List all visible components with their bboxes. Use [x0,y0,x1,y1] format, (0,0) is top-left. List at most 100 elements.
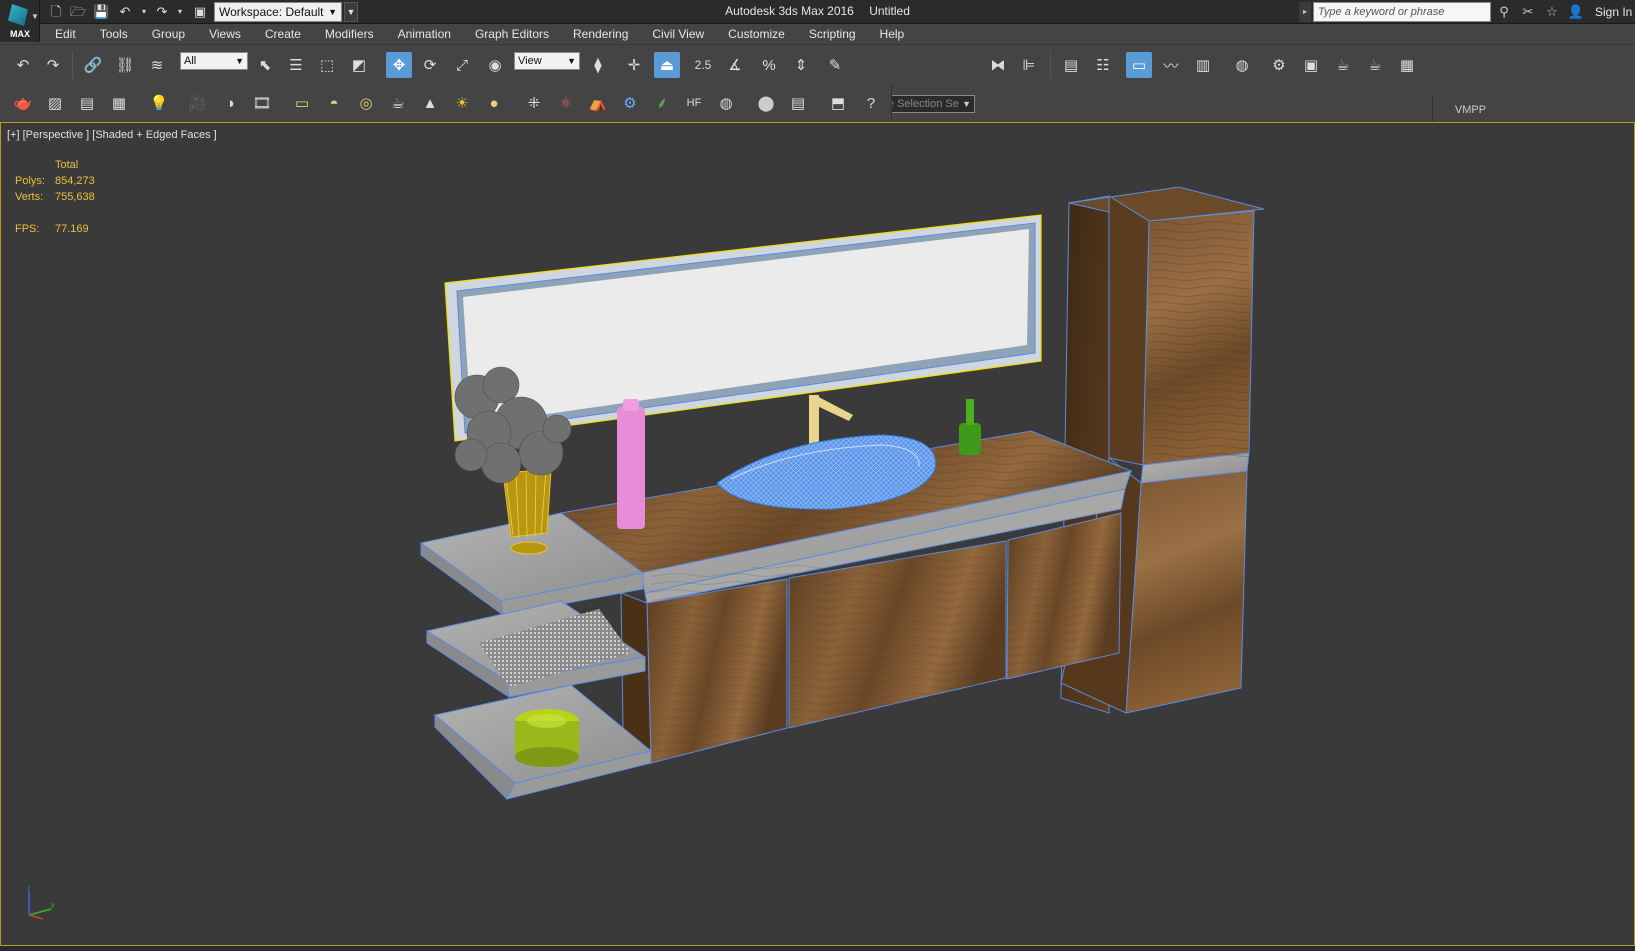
user-icon[interactable]: 👤 [1567,3,1585,21]
publish-icon[interactable]: ⬒ [825,90,851,116]
select-and-place-icon[interactable]: ◉ [482,52,508,78]
keyboard-shortcut-override-icon[interactable]: ⏏ [654,52,680,78]
align-icon[interactable]: ⊫ [1016,52,1042,78]
select-manipulate-icon[interactable]: ✛ [621,52,647,78]
menu-modifiers[interactable]: Modifiers [325,27,374,41]
render-production-icon[interactable]: ☕ [1330,52,1356,78]
schematic-view-icon[interactable]: ▥ [1190,52,1216,78]
search-expand-icon[interactable]: ▸ [1299,2,1311,22]
hair-fur-icon[interactable]: HF [681,90,707,116]
menu-customize[interactable]: Customize [728,27,785,41]
sky-icon[interactable]: ● [481,90,507,116]
chevron-down-icon: ▼ [31,12,39,21]
menu-tools[interactable]: Tools [100,27,128,41]
cone-icon[interactable]: ▲ [417,90,443,116]
teapot-primitive-icon[interactable]: ☕ [385,90,411,116]
favorites-star-icon[interactable]: ☆ [1543,3,1561,21]
tent-icon[interactable]: ⛺ [585,90,611,116]
menu-views[interactable]: Views [209,27,241,41]
select-and-move-icon[interactable]: ✥ [386,52,412,78]
toggle-ribbon-icon[interactable]: ▭ [1126,52,1152,78]
percent-snap-icon[interactable]: % [756,52,782,78]
menu-civil-view[interactable]: Civil View [652,27,704,41]
select-and-link-icon[interactable]: 🔗 [80,52,106,78]
table-icon[interactable]: ▤ [74,90,100,116]
grid-table-icon[interactable]: ▦ [106,90,132,116]
render-setup-icon[interactable]: ⚙ [1266,52,1292,78]
app-name: Autodesk 3ds Max 2016 [725,4,854,18]
menu-scripting[interactable]: Scripting [809,27,856,41]
material-sphere-icon[interactable]: ⬤ [753,90,779,116]
window-crossing-icon[interactable]: ◩ [346,52,372,78]
render-frame-icon[interactable]: ▨ [42,90,68,116]
viewport-label-menu[interactable]: [+] [Perspective ] [Shaded + Edged Faces… [7,129,217,141]
subscription-icon[interactable]: ✂ [1519,3,1537,21]
help-icon[interactable]: ? [858,90,884,116]
pivot-center-icon[interactable]: ⧫ [585,52,611,78]
edit-named-selection-icon[interactable]: ✎ [822,52,848,78]
manage-layers-icon[interactable]: ▤ [1058,52,1084,78]
undo-icon[interactable]: ↶ [10,52,36,78]
snaps-toggle-icon[interactable]: 2.5 [690,52,716,78]
redo-dropdown-icon[interactable]: ▾ [172,4,188,20]
select-by-name-icon[interactable]: ☰ [283,52,309,78]
molecule-icon[interactable]: ⚛ [553,90,579,116]
undo-dropdown-icon[interactable]: ▾ [136,4,152,20]
sphere-icon[interactable]: ◎ [353,90,379,116]
menu-group[interactable]: Group [152,27,185,41]
material-editor-icon[interactable]: ◍ [1229,52,1255,78]
menu-animation[interactable]: Animation [398,27,451,41]
shell-icon[interactable]: ◍ [713,90,739,116]
workspace-menu-button[interactable]: ▼ [344,2,358,22]
application-menu-button[interactable]: MAX ▼ [0,0,40,42]
reference-coordinate-dropdown[interactable]: View ▼ [514,52,580,70]
select-object-icon[interactable]: ⬉ [252,52,278,78]
target-camera-icon[interactable]: ◑ [217,90,243,116]
new-file-icon[interactable]: 🗋 [48,4,64,20]
redo-icon[interactable]: ↷ [154,4,170,20]
plane-primitive-icon[interactable]: ▭ [289,90,315,116]
camera-icon[interactable]: 🎥 [185,90,211,116]
select-and-rotate-icon[interactable]: ⟳ [417,52,443,78]
hemisphere-icon[interactable]: ◓ [321,90,347,116]
menu-help[interactable]: Help [880,27,905,41]
selection-filter-dropdown[interactable]: All ▼ [180,52,248,70]
undo-icon[interactable]: ↶ [117,4,133,20]
render-in-cloud-icon[interactable]: ▦ [1394,52,1420,78]
project-folder-icon[interactable]: ▣ [192,4,208,20]
scene-explorer-icon[interactable]: ☷ [1090,52,1116,78]
vmpp-button[interactable]: VMPP [1432,95,1508,125]
workspace-dropdown[interactable]: Workspace: Default ▼ [214,2,342,22]
bind-to-space-warp-icon[interactable]: ≋ [144,52,170,78]
redo-icon[interactable]: ↷ [40,52,66,78]
physical-camera-icon[interactable]: 🎞 [249,90,275,116]
rendered-frame-window-icon[interactable]: ▣ [1298,52,1324,78]
perspective-viewport[interactable]: [+] [Perspective ] [Shaded + Edged Faces… [0,122,1635,946]
save-icon[interactable]: 💾 [93,4,109,20]
unlink-selection-icon[interactable]: ⛓ [112,52,138,78]
gear-icon[interactable]: ⚙ [617,90,643,116]
light-lister-icon[interactable]: 💡 [146,90,172,116]
menu-edit[interactable]: Edit [55,27,76,41]
menu-rendering[interactable]: Rendering [573,27,628,41]
open-file-icon[interactable]: 🗁 [70,4,86,20]
menu-graph-editors[interactable]: Graph Editors [475,27,549,41]
angle-snap-icon[interactable]: ∡ [722,52,748,78]
spinner-snap-icon[interactable]: ⇕ [788,52,814,78]
render-iterative-icon[interactable]: ☕ [1362,52,1388,78]
mirror-icon[interactable]: ⧓ [985,52,1011,78]
curve-editor-icon[interactable]: 〰 [1158,52,1184,78]
search-input[interactable] [1313,2,1491,22]
separator [1050,51,1051,79]
3dsmax-logo-icon [8,4,28,26]
grass-icon[interactable]: ⸙ [649,90,675,116]
select-and-scale-icon[interactable]: ⤢ [449,52,475,78]
rectangular-selection-icon[interactable]: ⬚ [314,52,340,78]
menu-create[interactable]: Create [265,27,301,41]
particle-grid-icon[interactable]: ⁜ [521,90,547,116]
sun-icon[interactable]: ☀ [449,90,475,116]
asset-tracking-icon[interactable]: ▤ [785,90,811,116]
teapot-icon[interactable]: 🫖 [10,90,36,116]
sign-in-link[interactable]: Sign In [1595,5,1632,19]
binoculars-icon[interactable]: ⚲ [1495,3,1513,21]
